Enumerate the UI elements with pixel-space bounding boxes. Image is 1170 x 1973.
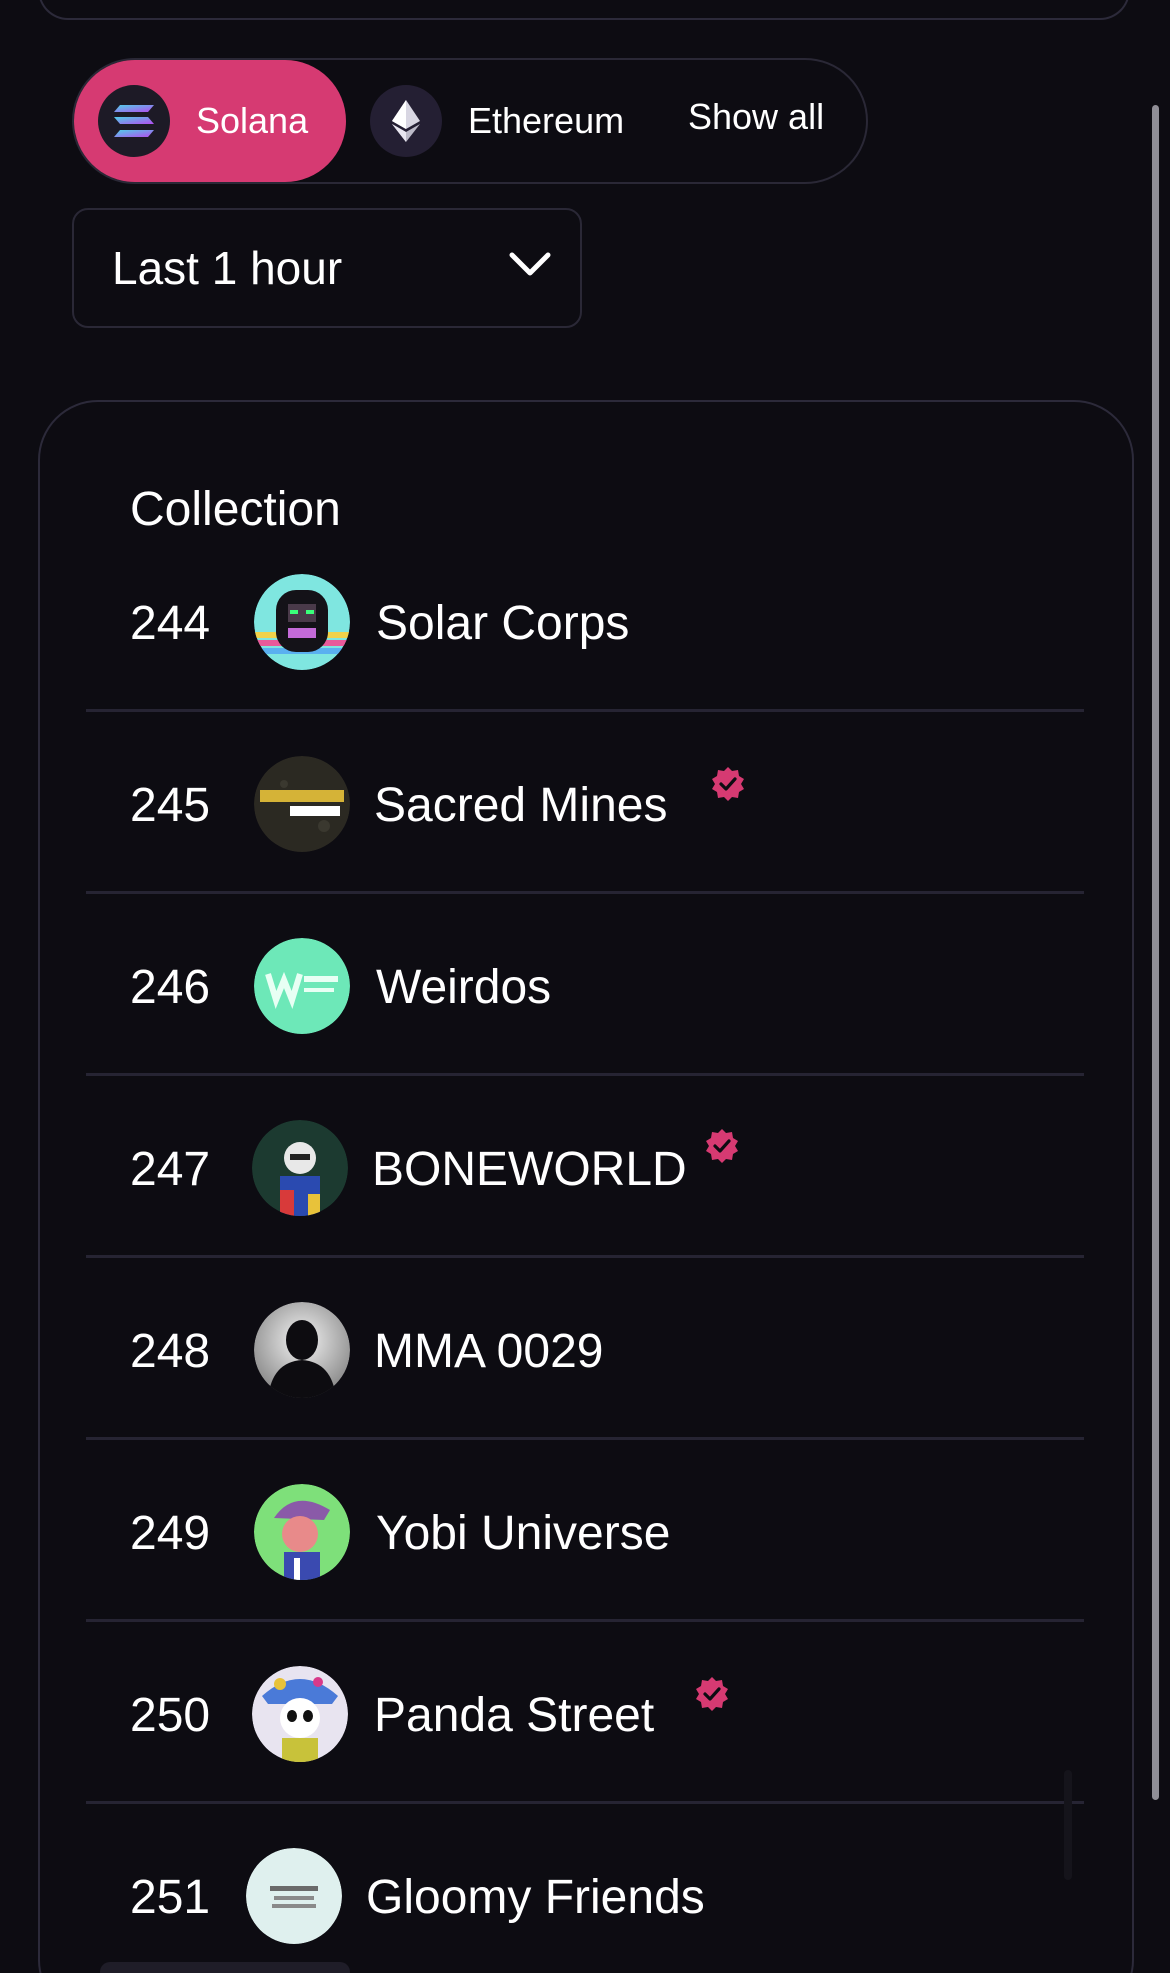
row-rank: 246	[130, 961, 211, 1014]
table-row[interactable]: 248 MMA 0029	[86, 1258, 1084, 1440]
collection-avatar	[254, 1484, 350, 1580]
row-rank: 251	[130, 1871, 211, 1924]
collection-name: Gloomy Friends	[366, 1871, 705, 1924]
verified-badge-icon	[694, 1676, 730, 1712]
table-row[interactable]: 245 Sacred Mines	[86, 712, 1084, 894]
table-row[interactable]: 244 Solar Corps	[86, 530, 1084, 712]
chain-tab-ethereum[interactable]: Ethereum	[370, 84, 624, 158]
collection-avatar	[252, 1120, 348, 1216]
table-row[interactable]: 250 Panda Street	[86, 1622, 1084, 1804]
row-rank: 249	[130, 1507, 211, 1560]
table-row[interactable]: 251 Gloomy Friends	[86, 1804, 1084, 1973]
ethereum-icon	[370, 85, 442, 157]
table-scroll-indicator	[1064, 1770, 1072, 1880]
verified-badge-icon	[704, 1128, 740, 1164]
row-rank: 248	[130, 1325, 211, 1378]
collection-name: Solar Corps	[376, 597, 630, 650]
collection-avatar	[254, 1302, 350, 1398]
chain-tab-ethereum-label: Ethereum	[468, 100, 625, 141]
top-card-edge	[38, 0, 1130, 20]
page-scrollbar[interactable]	[1152, 105, 1159, 1800]
collection-name: Panda Street	[374, 1689, 655, 1742]
chain-tab-solana-label: Solana	[196, 100, 309, 141]
row-rank: 245	[130, 779, 211, 832]
chain-tab-solana[interactable]: Solana	[74, 60, 346, 182]
table-row[interactable]: 249 Yobi Universe	[86, 1440, 1084, 1622]
column-header-collection: Collection	[130, 483, 341, 536]
bottom-element-edge	[100, 1962, 350, 1973]
solana-icon	[98, 85, 170, 157]
page: Solana Ethereum Show all Last 1 hour Col…	[0, 0, 1170, 1973]
row-rank: 244	[130, 597, 211, 650]
collection-name: BONEWORLD	[372, 1143, 687, 1196]
collection-name: Sacred Mines	[374, 779, 668, 832]
collection-avatar	[252, 1666, 348, 1762]
verified-badge-icon	[710, 766, 746, 802]
table-row[interactable]: 247 BONEWORLD	[86, 1076, 1084, 1258]
row-rank: 250	[130, 1689, 211, 1742]
time-range-dropdown[interactable]: Last 1 hour	[72, 208, 582, 328]
collection-name: MMA 0029	[374, 1325, 604, 1378]
collection-name: Yobi Universe	[376, 1507, 671, 1560]
collection-avatar	[254, 938, 350, 1034]
collection-avatar	[254, 756, 350, 852]
show-all-chains-button[interactable]: Show all	[688, 96, 824, 138]
collection-name: Weirdos	[376, 961, 552, 1014]
collection-avatar	[246, 1848, 342, 1944]
time-range-value: Last 1 hour	[112, 242, 343, 294]
chevron-down-icon	[508, 250, 552, 283]
table-row[interactable]: 246 Weirdos	[86, 894, 1084, 1076]
collection-avatar	[254, 574, 350, 670]
row-rank: 247	[130, 1143, 211, 1196]
